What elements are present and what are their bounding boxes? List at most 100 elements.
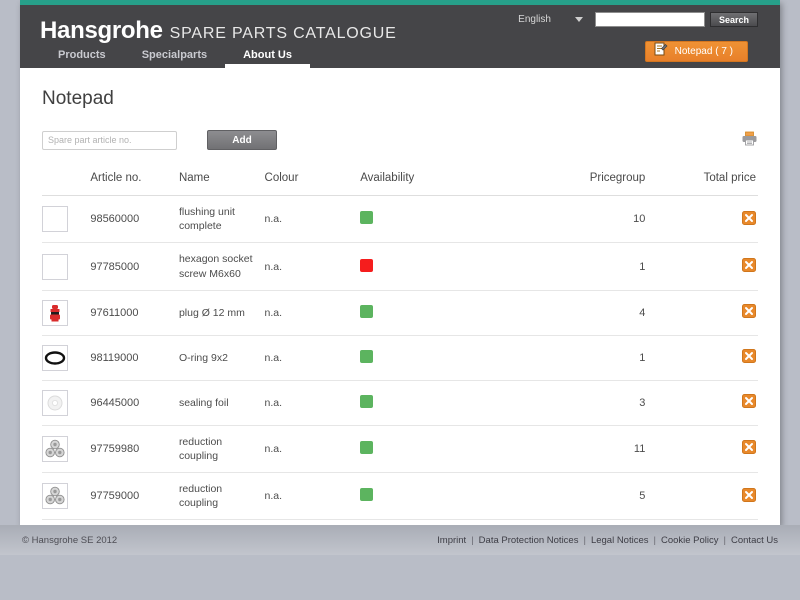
row-thumbnail-cell — [42, 335, 90, 380]
brand-subtitle: SPARE PARTS CATALOGUE — [169, 25, 397, 42]
row-thumbnail-cell — [42, 290, 90, 335]
delete-icon[interactable] — [742, 349, 756, 366]
footer-separator: | — [653, 534, 656, 546]
table-row: 97759000 reduction coupling n.a. 5 — [42, 473, 758, 520]
footer-link[interactable]: Contact Us — [731, 535, 778, 546]
availability-indicator-green — [360, 349, 374, 363]
row-article-no: 98560000 — [90, 213, 140, 226]
row-article-no: 97611000 — [90, 306, 139, 319]
row-pricegroup: 1 — [639, 351, 646, 364]
table-body: 98560000 flushing unit complete n.a. 10 9778… — [42, 196, 758, 520]
footer-link[interactable]: Data Protection Notices — [479, 535, 579, 546]
table-row: 97611000 plug Ø 12 mm n.a. 4 — [42, 290, 758, 336]
footer-link[interactable]: Imprint — [437, 535, 466, 546]
row-colour: n.a. — [264, 490, 283, 503]
availability-indicator-green — [360, 211, 374, 225]
nav-item-products[interactable]: Products — [40, 43, 124, 68]
nav-item-about-us[interactable]: About Us — [225, 43, 310, 69]
article-no-input[interactable] — [42, 130, 177, 150]
row-pricegroup: 5 — [639, 490, 646, 503]
row-pricegroup: 10 — [633, 213, 646, 226]
add-button[interactable]: Add — [207, 130, 277, 150]
delete-icon[interactable] — [742, 394, 756, 411]
row-pricegroup: 11 — [633, 442, 646, 455]
footer-links: Imprint | Data Protection Notices | Legal No… — [437, 535, 778, 546]
table-row: 97759980 reduction coupling n.a. 11 — [42, 425, 758, 473]
page-title: Notepad — [42, 88, 114, 109]
table-header: Article no. Name Colour Availability Pri… — [42, 172, 758, 196]
footer-separator: | — [583, 534, 586, 546]
language-selector[interactable]: English — [518, 14, 583, 25]
row-availability — [360, 473, 546, 520]
plug-thumb[interactable] — [42, 299, 68, 326]
column-colour: Colour — [264, 172, 299, 184]
notepad-button[interactable]: Notepad ( 7 ) — [644, 41, 748, 62]
coupling-thumb[interactable] — [42, 483, 68, 510]
site-footer: © Hansgrohe SE 2012 Imprint | Data Protect… — [0, 525, 800, 555]
column-article-no: Article no. — [90, 172, 142, 184]
delete-icon[interactable] — [742, 487, 756, 505]
notepad-icon — [654, 42, 668, 62]
copyright-text: © Hansgrohe SE 2012 — [22, 534, 118, 546]
row-colour: n.a. — [264, 442, 283, 455]
table-row: 96445000 sealing foil n.a. 3 — [42, 380, 758, 426]
notepad-button-label: Notepad ( 7 ) — [674, 46, 733, 57]
row-thumbnail-cell — [42, 425, 90, 472]
row-colour: n.a. — [264, 213, 283, 226]
header-utilities: English Search — [518, 12, 758, 27]
row-availability — [360, 196, 546, 243]
row-name: reduction coupling — [178, 435, 223, 462]
row-total-price — [667, 425, 758, 472]
row-article-no: 97785000 — [90, 260, 140, 273]
row-name: sealing foil — [178, 396, 229, 409]
row-thumbnail-cell — [42, 380, 90, 425]
availability-indicator-green — [360, 394, 374, 408]
row-availability — [360, 290, 546, 335]
row-name: hexagon socket screw M6x60 — [178, 253, 253, 280]
oring-thumb[interactable] — [42, 344, 68, 371]
footer-link[interactable]: Cookie Policy — [661, 535, 719, 546]
footer-separator: | — [723, 534, 726, 546]
search-input[interactable] — [594, 12, 705, 27]
row-colour: n.a. — [264, 260, 283, 273]
row-article-no: 97759000 — [90, 490, 140, 503]
page-frame: Hansgrohe SPARE PARTS CATALOGUE English S… — [20, 0, 780, 525]
delete-icon[interactable] — [742, 258, 756, 275]
empty-thumbnail[interactable] — [42, 206, 68, 233]
column-total-price: Total price — [703, 172, 756, 184]
brand-logo[interactable]: Hansgrohe SPARE PARTS CATALOGUE — [40, 17, 397, 45]
row-thumbnail-cell — [42, 473, 90, 520]
main-navigation: Products Specialparts About Us — [40, 43, 310, 69]
row-thumbnail-cell — [42, 196, 90, 243]
footer-link[interactable]: Legal Notices — [591, 535, 649, 546]
availability-indicator-green — [360, 304, 374, 318]
table-row: 98560000 flushing unit complete n.a. 10 — [42, 196, 758, 243]
delete-icon[interactable] — [742, 210, 756, 228]
row-colour: n.a. — [264, 396, 283, 409]
delete-icon[interactable] — [742, 304, 756, 321]
nav-item-specialparts[interactable]: Specialparts — [124, 43, 225, 68]
row-availability — [360, 335, 546, 380]
foil-thumb[interactable] — [42, 389, 68, 416]
row-name: flushing unit complete — [178, 206, 235, 233]
empty-thumbnail[interactable] — [42, 253, 68, 280]
row-total-price — [667, 335, 758, 380]
row-pricegroup: 4 — [639, 306, 646, 319]
row-total-price — [667, 243, 758, 290]
notepad-table: Article no. Name Colour Availability Pri… — [42, 172, 758, 520]
row-name: plug Ø 12 mm — [178, 306, 245, 319]
language-label: English — [518, 14, 551, 25]
availability-indicator-green — [360, 440, 374, 454]
printer-icon[interactable] — [741, 130, 758, 152]
delete-icon[interactable] — [742, 440, 756, 457]
coupling-thumb[interactable] — [42, 435, 68, 462]
column-availability: Availability — [360, 172, 415, 184]
site-header: Hansgrohe SPARE PARTS CATALOGUE English S… — [20, 5, 780, 69]
row-article-no: 98119000 — [90, 351, 139, 364]
search-button[interactable]: Search — [709, 12, 758, 27]
row-availability — [360, 243, 546, 290]
row-availability — [360, 380, 546, 425]
row-colour: n.a. — [264, 306, 283, 319]
availability-indicator-green — [360, 488, 374, 502]
chevron-down-icon — [574, 17, 583, 22]
